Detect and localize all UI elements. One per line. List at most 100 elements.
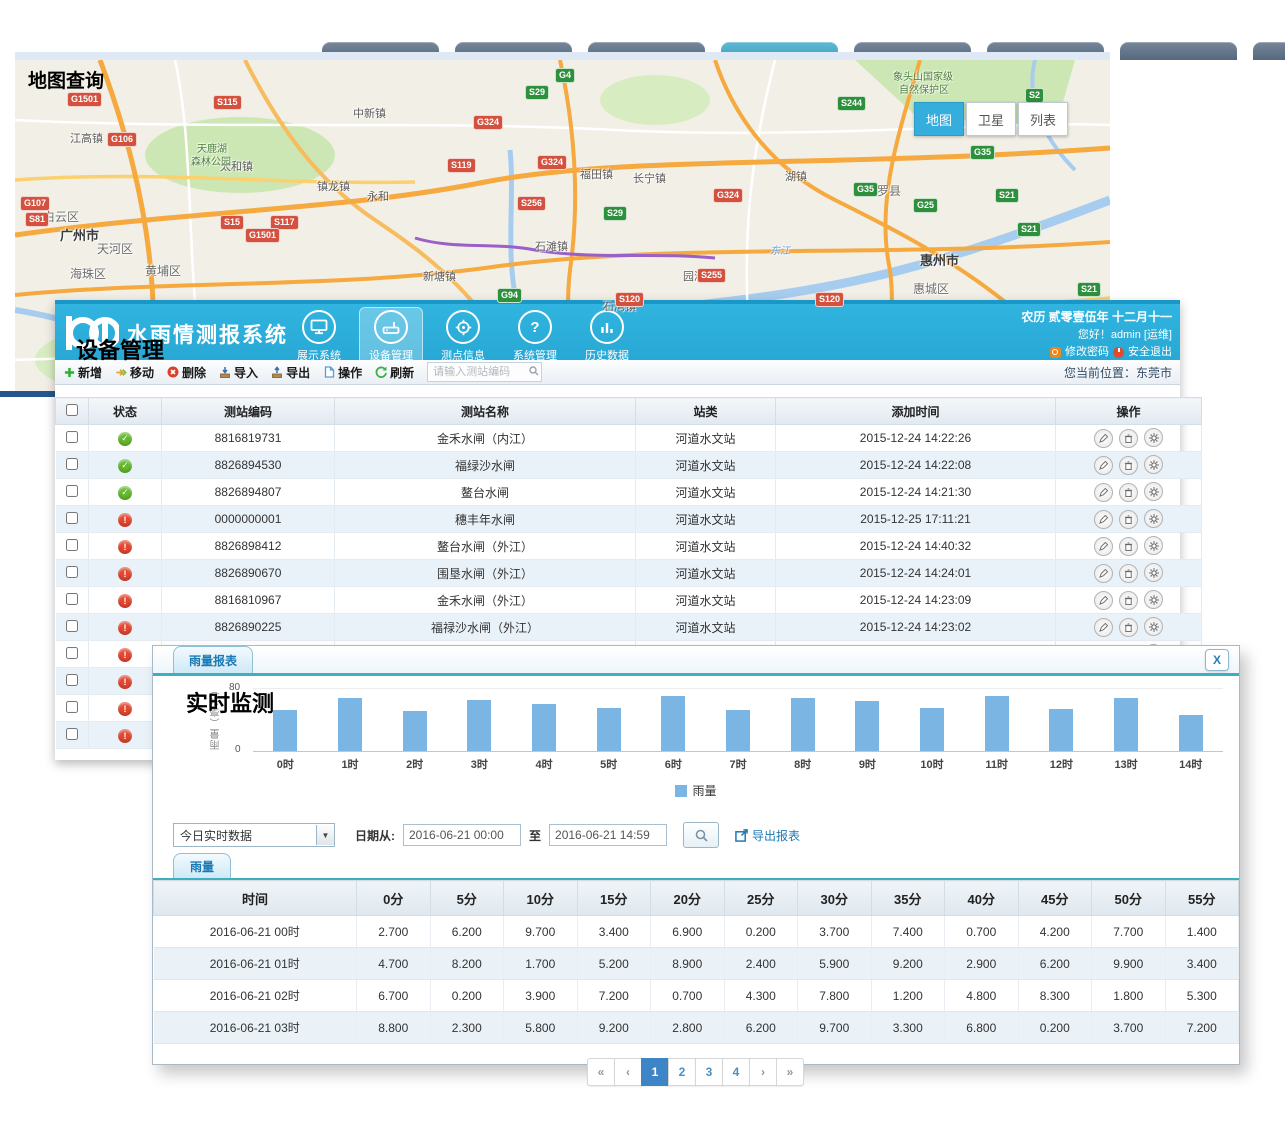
road-shield: S2	[1025, 88, 1044, 103]
nav-item-station-info[interactable]: 测点信息	[431, 307, 495, 366]
gear-icon[interactable]	[1144, 563, 1163, 582]
map-label: 海珠区	[70, 265, 106, 282]
road-shield: G106	[107, 132, 137, 147]
pagination-next[interactable]: ›	[749, 1058, 777, 1086]
station-search-input[interactable]	[427, 362, 542, 382]
chart-x-tick: 9时	[835, 756, 900, 772]
row-checkbox[interactable]	[66, 674, 78, 686]
map-view-button-list[interactable]: 列表	[1018, 102, 1068, 136]
operate-button[interactable]: 操作	[323, 364, 362, 381]
pagination-page-1[interactable]: 1	[641, 1058, 669, 1086]
pagination-last[interactable]: »	[776, 1058, 804, 1086]
gear-icon[interactable]	[1144, 536, 1163, 555]
add-button[interactable]: 新增	[63, 364, 102, 381]
import-button[interactable]: 导入	[219, 364, 258, 381]
row-checkbox[interactable]	[66, 620, 78, 632]
refresh-button[interactable]: 刷新	[375, 364, 414, 381]
gear-icon[interactable]	[1144, 617, 1163, 636]
table-row: !8826890670围垦水闸（外江）河道水文站2015-12-24 14:24…	[56, 560, 1202, 587]
station-type: 河道水文站	[636, 614, 776, 641]
rainfall-report-popup: 雨量报表 X 雨量（毫米） 80 0 0时1时2时3时4时5时6时7时8时9时1…	[152, 645, 1240, 1065]
row-checkbox[interactable]	[66, 593, 78, 605]
rainfall-value: 6.700	[357, 980, 431, 1012]
gear-icon[interactable]	[1144, 509, 1163, 528]
trash-icon[interactable]	[1119, 537, 1138, 556]
export-report-link[interactable]: 导出报表	[735, 827, 800, 844]
rainfall-value: 3.300	[871, 1012, 945, 1044]
row-checkbox[interactable]	[66, 701, 78, 713]
legend-swatch-icon	[675, 785, 687, 797]
nav-item-device-management[interactable]: 设备管理	[359, 307, 423, 366]
trash-icon[interactable]	[1119, 564, 1138, 583]
move-button[interactable]: 移动	[115, 364, 154, 381]
data-tabstrip: 雨量	[153, 856, 1239, 880]
station-type: 河道水文站	[636, 452, 776, 479]
road-shield: G107	[20, 196, 50, 211]
edit-icon[interactable]	[1094, 591, 1113, 610]
trash-icon[interactable]	[1119, 591, 1138, 610]
chart-x-tick: 0时	[253, 756, 318, 772]
edit-icon[interactable]	[1094, 537, 1113, 556]
edit-icon[interactable]	[1094, 618, 1113, 637]
trash-icon[interactable]	[1119, 456, 1138, 475]
rainfall-value: 3.700	[1092, 1012, 1166, 1044]
delete-button[interactable]: 删除	[167, 364, 206, 381]
rainfall-value: 6.200	[724, 1012, 798, 1044]
nav-item-system-management[interactable]: ?系统管理	[503, 307, 567, 366]
pagination-page-2[interactable]: 2	[668, 1058, 696, 1086]
row-checkbox[interactable]	[66, 566, 78, 578]
edit-icon[interactable]	[1094, 564, 1113, 583]
query-button[interactable]	[683, 822, 719, 848]
pagination-first[interactable]: «	[587, 1058, 615, 1086]
pagination-page-3[interactable]: 3	[695, 1058, 723, 1086]
edit-icon[interactable]	[1094, 429, 1113, 448]
search-icon[interactable]	[529, 365, 539, 379]
close-icon[interactable]: X	[1205, 649, 1229, 671]
row-checkbox[interactable]	[66, 647, 78, 659]
gear-icon[interactable]	[1144, 590, 1163, 609]
background-tab[interactable]	[1120, 42, 1237, 60]
rainfall-bar	[403, 711, 427, 751]
tab-rainfall[interactable]: 雨量	[173, 853, 231, 878]
trash-icon[interactable]	[1119, 483, 1138, 502]
pagination-page-4[interactable]: 4	[722, 1058, 750, 1086]
edit-icon[interactable]	[1094, 483, 1113, 502]
date-from-input[interactable]	[403, 824, 521, 846]
rainfall-value: 9.200	[871, 948, 945, 980]
data-range-select[interactable]: 今日实时数据 ▼	[173, 823, 335, 847]
row-checkbox[interactable]	[66, 512, 78, 524]
trash-icon[interactable]	[1119, 618, 1138, 637]
row-checkbox[interactable]	[66, 458, 78, 470]
edit-icon[interactable]	[1094, 510, 1113, 529]
chart-x-tick: 12时	[1029, 756, 1094, 772]
column-header: 40分	[945, 881, 1019, 916]
trash-icon[interactable]	[1119, 429, 1138, 448]
nav-item-display-system[interactable]: 展示系统	[287, 307, 351, 366]
trash-icon[interactable]	[1119, 510, 1138, 529]
date-to-input[interactable]	[549, 824, 667, 846]
map-view-button-satellite[interactable]: 卫星	[966, 102, 1016, 136]
row-checkbox[interactable]	[66, 431, 78, 443]
gear-icon[interactable]	[1144, 428, 1163, 447]
tab-rainfall-report[interactable]: 雨量报表	[173, 646, 253, 673]
select-all-checkbox[interactable]	[66, 404, 78, 416]
gear-icon[interactable]	[1144, 455, 1163, 474]
pagination-prev[interactable]: ‹	[614, 1058, 642, 1086]
change-password-link[interactable]: 修改密码	[1065, 344, 1109, 361]
road-shield: S21	[1077, 282, 1101, 297]
map-view-button-map[interactable]: 地图	[914, 102, 964, 136]
export-button[interactable]: 导出	[271, 364, 310, 381]
rainfall-value: 3.900	[504, 980, 578, 1012]
row-checkbox[interactable]	[66, 539, 78, 551]
gear-icon[interactable]	[1144, 482, 1163, 501]
logout-link[interactable]: 安全退出	[1128, 344, 1172, 361]
row-checkbox[interactable]	[66, 728, 78, 740]
rainfall-bar	[661, 696, 685, 751]
row-checkbox[interactable]	[66, 485, 78, 497]
edit-icon[interactable]	[1094, 456, 1113, 475]
background-tab[interactable]	[1253, 42, 1285, 60]
column-header: 10分	[504, 881, 578, 916]
nav-item-history-data[interactable]: 历史数据	[575, 307, 639, 366]
rainfall-chart: 雨量（毫米） 80 0 0时1时2时3时4时5时6时7时8时9时10时11时12…	[153, 680, 1239, 808]
status-error-icon: !	[118, 567, 132, 581]
